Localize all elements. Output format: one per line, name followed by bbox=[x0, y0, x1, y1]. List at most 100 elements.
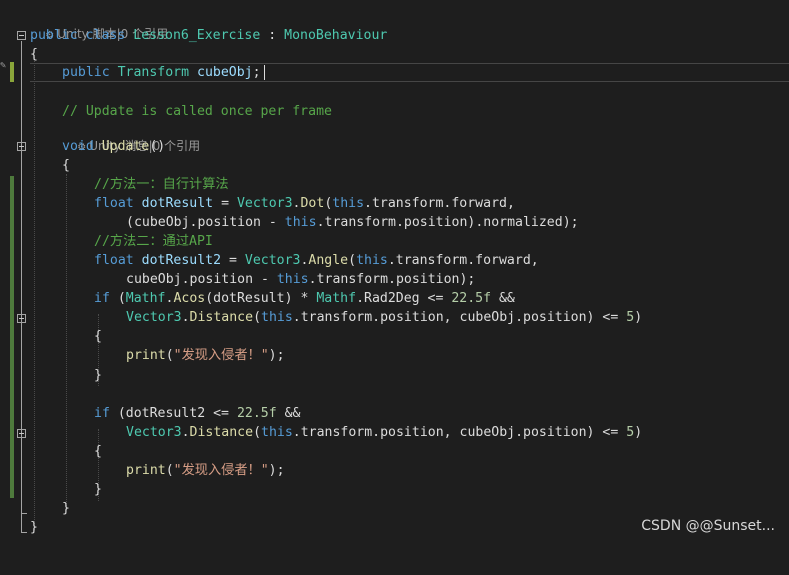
code-line[interactable]: { bbox=[0, 45, 789, 64]
punctuation: . bbox=[181, 425, 190, 440]
keyword: this bbox=[284, 215, 317, 230]
method-call: Acos bbox=[173, 291, 206, 306]
code-line[interactable]: } bbox=[0, 480, 789, 499]
keyword: this bbox=[332, 196, 365, 211]
expression: (cubeObj.position - bbox=[126, 215, 285, 230]
variable: dotResult2 bbox=[141, 253, 222, 268]
expression: (dotResult) * bbox=[205, 291, 317, 306]
type-name: Vector3 bbox=[244, 253, 301, 268]
expression: .transform.position, cubeObj.position) <… bbox=[292, 310, 627, 325]
keyword: this bbox=[261, 425, 293, 440]
code-line[interactable]: Vector3.Distance(this.transform.position… bbox=[0, 308, 789, 327]
code-line[interactable]: //方法二：通过API bbox=[0, 232, 789, 251]
comment: // Update is called once per frame bbox=[62, 104, 332, 119]
type-name: Mathf bbox=[125, 291, 166, 306]
punctuation: ( bbox=[109, 291, 126, 306]
operator: = bbox=[213, 196, 237, 211]
keyword: if bbox=[94, 291, 110, 306]
punctuation: ); bbox=[268, 348, 285, 363]
brace: } bbox=[30, 520, 38, 535]
type-name: Vector3 bbox=[126, 425, 182, 440]
method-name: Update bbox=[101, 139, 150, 154]
method-call: print bbox=[126, 463, 166, 478]
punctuation: ); bbox=[268, 463, 285, 478]
number-literal: 5 bbox=[626, 425, 635, 440]
keyword: float bbox=[94, 196, 134, 211]
keyword: if bbox=[94, 406, 110, 421]
method-call: Dot bbox=[300, 196, 325, 211]
method-call: Distance bbox=[189, 425, 254, 440]
code-editor[interactable]: ✎ ⚙ Unity 脚本|0 个引用 public class Lesson6_E… bbox=[0, 0, 789, 542]
method-call: print bbox=[126, 348, 166, 363]
type-name: Vector3 bbox=[236, 196, 293, 211]
punctuation: ( bbox=[165, 463, 174, 478]
code-line[interactable]: //方法一：自行计算法 bbox=[0, 175, 789, 194]
expression: .transform.forward, bbox=[387, 253, 539, 268]
keyword: this bbox=[276, 272, 309, 287]
code-line[interactable]: print("发现入侵者！"); bbox=[0, 346, 789, 365]
code-line[interactable]: (cubeObj.position - this.transform.posit… bbox=[0, 213, 789, 232]
number-literal: 22.5f bbox=[236, 406, 277, 421]
brace: } bbox=[94, 368, 102, 383]
keyword: public bbox=[62, 65, 110, 80]
brace: { bbox=[30, 47, 38, 62]
punctuation: . bbox=[181, 310, 190, 325]
keyword: void bbox=[62, 139, 94, 154]
number-literal: 5 bbox=[626, 310, 635, 325]
type-name: Mathf bbox=[316, 291, 357, 306]
code-line[interactable]: if (dotResult2 <= 22.5f && bbox=[0, 404, 789, 423]
code-line[interactable]: } bbox=[0, 366, 789, 385]
code-line[interactable]: public Transform cubeObj; bbox=[0, 63, 789, 82]
brace: { bbox=[62, 158, 70, 173]
code-line[interactable]: { bbox=[0, 156, 789, 175]
semicolon: ; bbox=[252, 65, 261, 80]
string-literal: "发现入侵者！" bbox=[173, 463, 269, 478]
code-line[interactable]: float dotResult2 = Vector3.Angle(this.tr… bbox=[0, 251, 789, 270]
expression: (dotResult2 <= bbox=[109, 406, 237, 421]
number-literal: 22.5f bbox=[451, 291, 492, 306]
operator: && bbox=[491, 291, 515, 306]
variable: dotResult bbox=[141, 196, 214, 211]
brace: } bbox=[94, 482, 102, 497]
code-line[interactable]: { bbox=[0, 442, 789, 461]
method-call: Angle bbox=[308, 253, 349, 268]
code-line[interactable]: } bbox=[0, 499, 789, 518]
code-line[interactable]: { bbox=[0, 327, 789, 346]
code-line[interactable]: public class Lesson6_Exercise : MonoBeha… bbox=[0, 26, 789, 45]
code-line[interactable]: print("发现入侵者！"); bbox=[0, 461, 789, 480]
code-line[interactable]: Vector3.Distance(this.transform.position… bbox=[0, 423, 789, 442]
type-name: Vector3 bbox=[126, 310, 182, 325]
expression: .transform.position, cubeObj.position) <… bbox=[292, 425, 627, 440]
punctuation: : bbox=[260, 28, 285, 43]
type-name: Transform bbox=[117, 65, 190, 80]
keyword: this bbox=[356, 253, 388, 268]
code-line[interactable]: // Update is called once per frame bbox=[0, 102, 789, 121]
brace: { bbox=[94, 444, 102, 459]
string-literal: "发现入侵者！" bbox=[173, 348, 269, 363]
expression: cubeObj.position - bbox=[126, 272, 277, 287]
keyword: float bbox=[94, 253, 134, 268]
punctuation: ( bbox=[253, 310, 262, 325]
punctuation: ) bbox=[634, 425, 643, 440]
brace: { bbox=[94, 329, 102, 344]
expression: .transform.forward, bbox=[364, 196, 515, 211]
brace: } bbox=[62, 501, 70, 516]
watermark: CSDN @@Sunset... bbox=[641, 518, 775, 534]
codelens-class[interactable]: ⚙ Unity 脚本|0 个引用 bbox=[30, 9, 168, 41]
punctuation: ( bbox=[348, 253, 357, 268]
code-line[interactable]: cubeObj.position - this.transform.positi… bbox=[0, 270, 789, 289]
field-name: cubeObj bbox=[197, 65, 253, 80]
punctuation: ) bbox=[634, 310, 643, 325]
code-line[interactable]: if (Mathf.Acos(dotResult) * Mathf.Rad2De… bbox=[0, 289, 789, 308]
code-line[interactable]: void Update() bbox=[0, 137, 789, 156]
keyword: public bbox=[30, 28, 78, 43]
expression: .Rad2Deg <= bbox=[356, 291, 452, 306]
code-line[interactable]: float dotResult = Vector3.Dot(this.trans… bbox=[0, 194, 789, 213]
punctuation: ( bbox=[253, 425, 262, 440]
comment: //方法一：自行计算法 bbox=[94, 177, 229, 192]
codelens-method[interactable]: ⚙ Unity 消息|0 个引用 bbox=[62, 121, 200, 153]
operator: && bbox=[276, 406, 301, 421]
keyword: this bbox=[261, 310, 293, 325]
keyword: class bbox=[85, 28, 126, 43]
punctuation: ( bbox=[165, 348, 174, 363]
